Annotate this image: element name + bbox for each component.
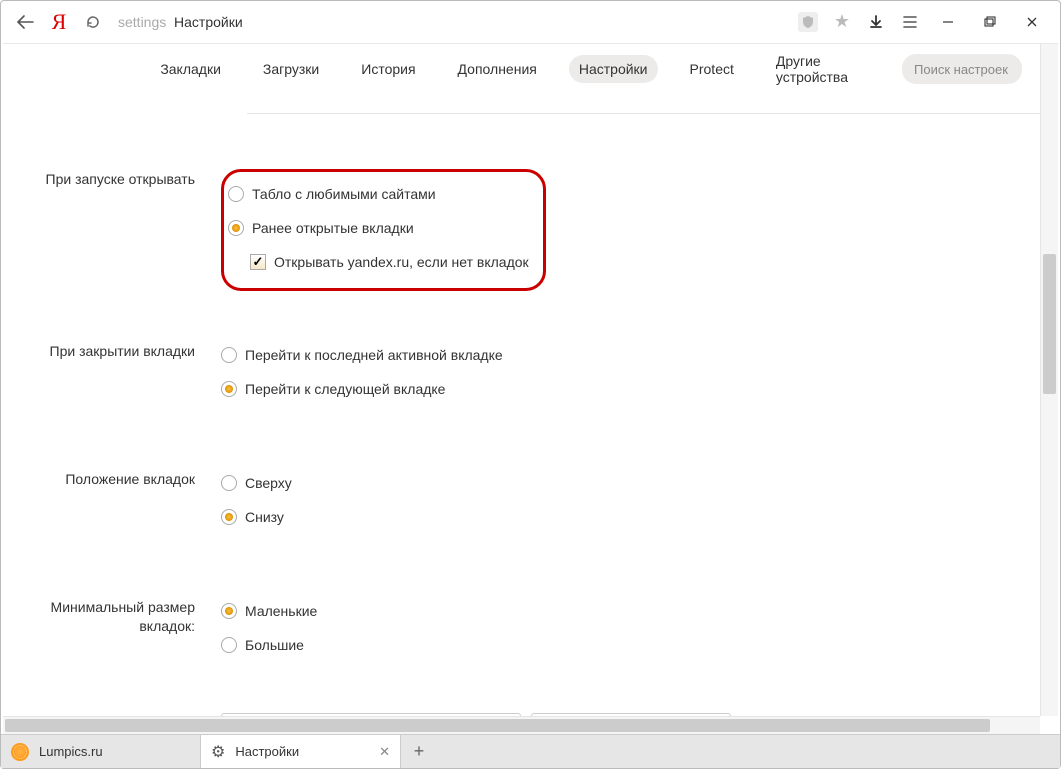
radio-tabpos-bottom[interactable]: [221, 509, 237, 525]
radio-tabpos-top[interactable]: [221, 475, 237, 491]
menu-icon[interactable]: [894, 8, 926, 36]
radio-onclose-last-active[interactable]: [221, 347, 237, 363]
browser-tab-settings[interactable]: ⚙ Настройки ✕: [201, 735, 401, 768]
radio-startup-tablo[interactable]: [228, 186, 244, 202]
checkbox-open-yandex[interactable]: [250, 254, 266, 270]
radio-startup-previous[interactable]: [228, 220, 244, 236]
window-close-button[interactable]: [1012, 8, 1052, 36]
section-label-startup: При запуске открывать: [3, 169, 221, 291]
window-maximize-button[interactable]: [970, 8, 1010, 36]
section-label-tabpos: Положение вкладок: [3, 469, 221, 537]
settings-search-input[interactable]: [902, 54, 1022, 84]
reload-button[interactable]: [77, 8, 109, 36]
nav-downloads[interactable]: Загрузки: [253, 55, 329, 83]
back-button[interactable]: [9, 8, 41, 36]
radio-label: Табло с любимыми сайтами: [252, 186, 436, 202]
horizontal-scrollbar[interactable]: [3, 716, 1040, 734]
address-bar[interactable]: settings Настройки: [111, 8, 790, 36]
window-minimize-button[interactable]: [928, 8, 968, 36]
settings-page: Закладки Загрузки История Дополнения Нас…: [3, 44, 1040, 716]
radio-label: Снизу: [245, 509, 284, 525]
downloads-icon[interactable]: [860, 8, 892, 36]
browser-tab-lumpics[interactable]: Lumpics.ru: [1, 735, 201, 768]
nav-addons[interactable]: Дополнения: [448, 55, 547, 83]
settings-nav: Закладки Загрузки История Дополнения Нас…: [3, 44, 1040, 94]
tab-strip: Lumpics.ru ⚙ Настройки ✕ +: [1, 734, 1060, 768]
url-title: Настройки: [174, 14, 243, 30]
url-prefix: settings: [118, 14, 166, 30]
nav-protect[interactable]: Protect: [680, 55, 744, 83]
nav-other-devices[interactable]: Другие устройства: [766, 47, 858, 91]
radio-label: Ранее открытые вкладки: [252, 220, 414, 236]
radio-tabsize-big[interactable]: [221, 637, 237, 653]
bookmark-star-icon[interactable]: ★: [826, 8, 858, 36]
startup-highlight: Табло с любимыми сайтами Ранее открытые …: [221, 169, 546, 291]
radio-label: Сверху: [245, 475, 292, 491]
browser-toolbar: Я settings Настройки ★: [1, 1, 1060, 43]
radio-label: Маленькие: [245, 603, 317, 619]
tab-close-icon[interactable]: ✕: [379, 744, 390, 760]
new-tab-button[interactable]: +: [401, 735, 437, 768]
radio-onclose-next[interactable]: [221, 381, 237, 397]
section-label-onclose: При закрытии вкладки: [3, 341, 221, 409]
radio-label: Перейти к последней активной вкладке: [245, 347, 503, 363]
favicon-icon: [11, 743, 29, 761]
checkbox-label: Открывать yandex.ru, если нет вкладок: [274, 254, 529, 270]
nav-history[interactable]: История: [351, 55, 425, 83]
tab-title: Lumpics.ru: [39, 744, 103, 759]
radio-tabsize-small[interactable]: [221, 603, 237, 619]
yandex-logo[interactable]: Я: [43, 8, 75, 36]
gear-icon: ⚙: [211, 742, 225, 762]
tab-title: Настройки: [235, 744, 299, 759]
radio-label: Большие: [245, 637, 304, 653]
section-label-tabsize: Минимальный размер вкладок:: [3, 597, 221, 665]
radio-label: Перейти к следующей вкладке: [245, 381, 445, 397]
nav-settings[interactable]: Настройки: [569, 55, 658, 83]
protect-icon[interactable]: [792, 8, 824, 36]
nav-bookmarks[interactable]: Закладки: [150, 55, 231, 83]
vertical-scrollbar[interactable]: [1040, 44, 1058, 716]
